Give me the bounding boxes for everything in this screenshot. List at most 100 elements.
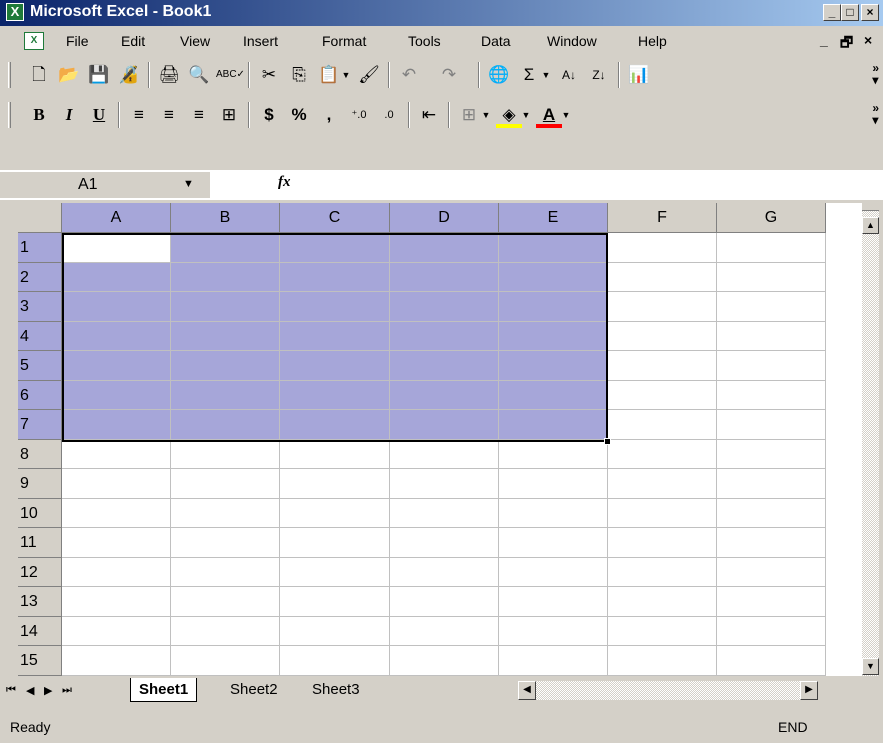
cell-c10[interactable] [280,498,390,528]
menu-window[interactable]: Window [547,33,597,49]
row-header-9[interactable]: 9 [18,469,62,499]
doc-restore-button[interactable]: 🗗 [840,32,853,56]
underline-icon[interactable]: U [86,102,112,128]
cell-f6[interactable] [608,380,717,410]
cell-b13[interactable] [171,587,280,617]
cell-c15[interactable] [280,646,390,676]
cell-a12[interactable] [62,557,171,587]
cell-e5[interactable] [499,351,608,381]
cell-b2[interactable] [171,262,280,292]
tab-sheet3[interactable]: Sheet3 [304,678,368,702]
maximize-button[interactable]: □ [841,4,859,21]
workbook-icon[interactable]: X [24,32,44,50]
center-icon[interactable]: ≡ [156,102,182,128]
percent-icon[interactable]: % [286,102,312,128]
cell-g4[interactable] [717,321,826,351]
row-header-10[interactable]: 10 [18,498,62,528]
cell-c6[interactable] [280,380,390,410]
cell-e12[interactable] [499,557,608,587]
cell-g5[interactable] [717,351,826,381]
cell-c12[interactable] [280,557,390,587]
menu-file[interactable]: File [66,33,89,49]
row-header-11[interactable]: 11 [18,528,62,558]
cell-c7[interactable] [280,410,390,440]
cell-g10[interactable] [717,498,826,528]
cell-c14[interactable] [280,616,390,646]
paste-icon[interactable]: 📋 [316,62,342,88]
cell-a10[interactable] [62,498,171,528]
align-right-icon[interactable]: ≡ [186,102,212,128]
undo-icon[interactable]: ↶ [396,62,422,88]
cell-e9[interactable] [499,469,608,499]
next-sheet-icon[interactable]: ▶ [44,684,52,697]
italic-icon[interactable]: I [56,102,82,128]
increase-decimal-icon[interactable]: ⁺.0 [346,102,372,128]
menu-tools[interactable]: Tools [408,33,441,49]
decrease-indent-icon[interactable]: ⇤ [416,102,442,128]
cell-a9[interactable] [62,469,171,499]
select-all-corner[interactable] [18,203,62,233]
cell-c1[interactable] [280,233,390,263]
previous-sheet-icon[interactable]: ◀ [26,684,34,697]
column-header-a[interactable]: A [62,203,171,233]
toolbar-grip[interactable] [8,62,11,88]
cell-g3[interactable] [717,292,826,322]
excel-icon[interactable]: X [6,3,24,21]
row-header-3[interactable]: 3 [18,292,62,322]
cell-a3[interactable] [62,292,171,322]
autosum-dropdown-icon[interactable]: ▼ [540,62,552,88]
column-header-d[interactable]: D [390,203,499,233]
cell-f8[interactable] [608,439,717,469]
hyperlink-icon[interactable]: 🌐 [486,62,512,88]
vertical-scrollbar[interactable]: ▲ ▼ [862,203,879,676]
scroll-up-icon[interactable]: ▲ [862,217,879,234]
comma-icon[interactable]: , [316,102,342,128]
cell-f15[interactable] [608,646,717,676]
cut-icon[interactable]: ✂ [256,62,282,88]
save-icon[interactable]: 💾 [86,62,112,88]
bold-icon[interactable]: B [26,102,52,128]
cell-b4[interactable] [171,321,280,351]
cell-a11[interactable] [62,528,171,558]
fill-color-dropdown-icon[interactable]: ▼ [520,102,532,128]
row-header-6[interactable]: 6 [18,380,62,410]
cell-e14[interactable] [499,616,608,646]
row-header-13[interactable]: 13 [18,587,62,617]
cell-d13[interactable] [390,587,499,617]
new-icon[interactable]: 🗋 [26,62,52,88]
column-header-e[interactable]: E [499,203,608,233]
column-header-f[interactable]: F [608,203,717,233]
open-icon[interactable]: 📂 [56,62,82,88]
minimize-button[interactable]: _ [823,4,841,21]
cell-e3[interactable] [499,292,608,322]
cell-d9[interactable] [390,469,499,499]
cell-b6[interactable] [171,380,280,410]
borders-dropdown-icon[interactable]: ▼ [480,102,492,128]
cell-e2[interactable] [499,262,608,292]
copy-icon[interactable]: ⎘ [286,62,312,88]
cell-e11[interactable] [499,528,608,558]
cell-e1[interactable] [499,233,608,263]
cell-a8[interactable] [62,439,171,469]
doc-close-button[interactable]: × [864,32,872,48]
name-box[interactable]: A1 ▼ [0,172,210,198]
cell-d12[interactable] [390,557,499,587]
autosum-icon[interactable]: Σ [516,62,542,88]
row-header-5[interactable]: 5 [18,351,62,381]
cell-d4[interactable] [390,321,499,351]
doc-minimize-button[interactable]: _ [820,32,828,48]
cell-d5[interactable] [390,351,499,381]
borders-icon[interactable]: ⊞ [456,102,482,128]
formula-input[interactable] [300,172,883,198]
cell-d1[interactable] [390,233,499,263]
cell-c8[interactable] [280,439,390,469]
cell-b9[interactable] [171,469,280,499]
row-header-7[interactable]: 7 [18,410,62,440]
cell-a4[interactable] [62,321,171,351]
sort-descending-icon[interactable]: Z↓ [586,62,612,88]
print-icon[interactable]: 🖨 [156,62,182,88]
split-box[interactable] [862,203,879,211]
row-header-8[interactable]: 8 [18,439,62,469]
cell-f3[interactable] [608,292,717,322]
cell-g13[interactable] [717,587,826,617]
